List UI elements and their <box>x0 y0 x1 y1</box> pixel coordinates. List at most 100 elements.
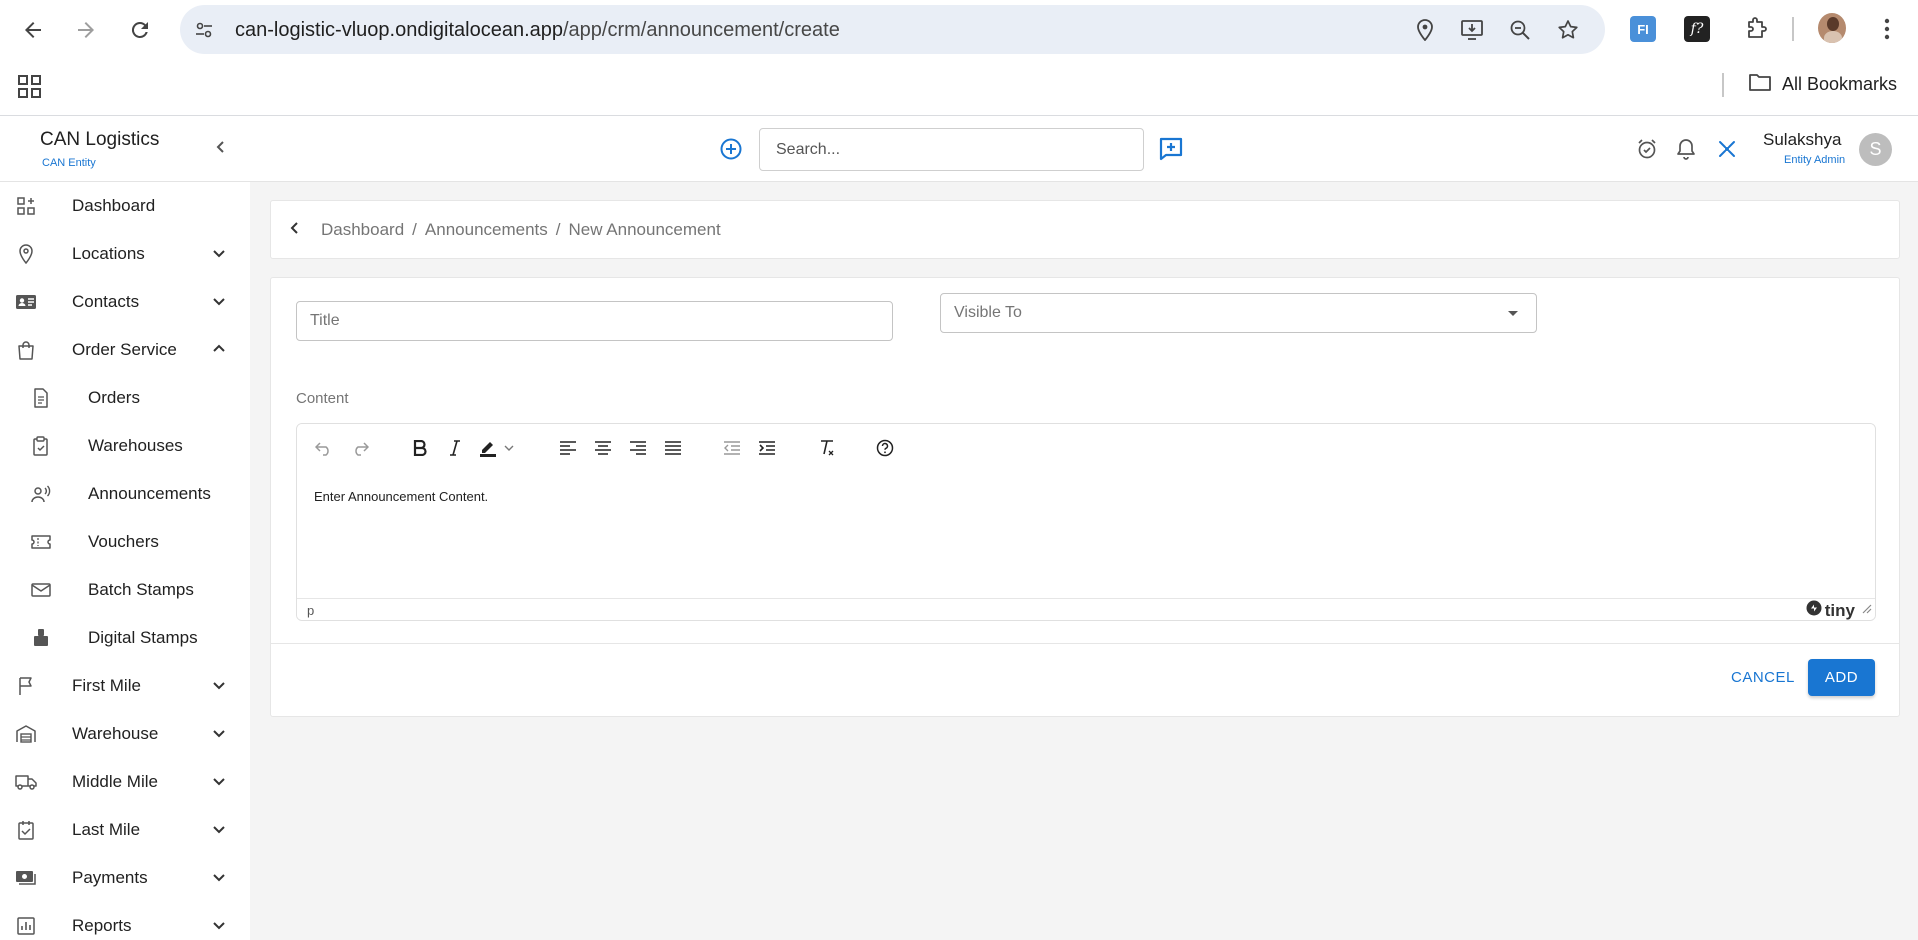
bookmark-star-icon[interactable] <box>1556 18 1580 42</box>
search-field[interactable] <box>759 128 1144 171</box>
sidebar-item-locations[interactable]: Locations <box>0 230 250 278</box>
sidebar-item-first-mile[interactable]: First Mile <box>0 662 250 710</box>
sidebar-item-digital-stamps[interactable]: Digital Stamps <box>0 614 250 662</box>
extensions-puzzle-icon[interactable] <box>1742 15 1770 43</box>
tiny-branding[interactable]: tiny <box>1806 600 1855 620</box>
outdent-icon[interactable] <box>719 436 745 460</box>
reload-icon[interactable] <box>124 14 156 46</box>
italic-icon[interactable] <box>442 436 468 460</box>
redo-icon[interactable] <box>347 436 373 460</box>
alarm-clock-icon[interactable] <box>1636 138 1658 165</box>
sidebar-item-middle-mile[interactable]: Middle Mile <box>0 758 250 806</box>
apps-grid-icon[interactable] <box>17 74 42 104</box>
brand-subtitle: CAN Entity <box>42 157 96 169</box>
visible-to-placeholder: Visible To <box>954 304 1022 321</box>
breadcrumb-dashboard[interactable]: Dashboard <box>321 220 404 239</box>
sidebar-label-warehouse: Warehouse <box>72 724 159 743</box>
address-bar[interactable]: can-logistic-vluop.ondigitalocean.app/ap… <box>180 5 1605 54</box>
highlight-color-icon[interactable] <box>477 436 517 460</box>
editor-toolbar <box>297 424 1875 472</box>
help-icon[interactable] <box>872 436 898 460</box>
sidebar-item-warehouse[interactable]: Warehouse <box>0 710 250 758</box>
chevron-down-icon <box>212 918 226 937</box>
bookmarks-bar: All Bookmarks <box>0 58 1918 116</box>
sidebar-item-orders[interactable]: Orders <box>0 374 250 422</box>
document-icon <box>30 387 52 409</box>
clear-formatting-icon[interactable] <box>814 436 840 460</box>
browser-toolbar: can-logistic-vluop.ondigitalocean.app/ap… <box>0 0 1918 58</box>
payments-icon <box>15 867 37 889</box>
chevron-down-icon <box>212 678 226 697</box>
sidebar-label-first-mile: First Mile <box>72 676 141 695</box>
align-justify-icon[interactable] <box>660 436 686 460</box>
site-settings-icon[interactable] <box>192 18 216 42</box>
sidebar-item-reports[interactable]: Reports <box>0 902 250 940</box>
tiny-brand-label: tiny <box>1824 600 1855 620</box>
app-switcher-icon[interactable] <box>1716 138 1738 165</box>
bold-icon[interactable] <box>407 436 433 460</box>
chevron-down-icon <box>212 822 226 841</box>
zoom-out-icon[interactable] <box>1508 18 1532 42</box>
sidebar-item-vouchers[interactable]: Vouchers <box>0 518 250 566</box>
align-left-icon[interactable] <box>555 436 581 460</box>
extension-fonts-icon[interactable]: f? <box>1683 15 1711 43</box>
user-avatar[interactable]: S <box>1859 133 1892 166</box>
editor-element-path[interactable]: p <box>307 603 314 618</box>
sidebar-label-contacts: Contacts <box>72 292 140 311</box>
sidebar-label-reports: Reports <box>72 916 132 935</box>
sidebar-item-last-mile[interactable]: Last Mile <box>0 806 250 854</box>
resize-handle-icon[interactable] <box>1862 601 1872 619</box>
browser-menu-icon[interactable] <box>1873 15 1901 43</box>
breadcrumb-separator: / <box>555 220 561 239</box>
sidebar-label-dashboard: Dashboard <box>72 196 156 215</box>
forward-icon[interactable] <box>70 14 102 46</box>
add-button[interactable]: ADD <box>1808 659 1875 696</box>
title-field[interactable] <box>296 301 893 341</box>
contact-card-icon <box>15 291 37 313</box>
shopping-bag-icon <box>15 339 37 361</box>
align-right-icon[interactable] <box>625 436 651 460</box>
location-icon[interactable] <box>1413 18 1437 42</box>
align-center-icon[interactable] <box>590 436 616 460</box>
undo-icon[interactable] <box>311 436 337 460</box>
sidebar-item-contacts[interactable]: Contacts <box>0 278 250 326</box>
sidebar-item-batch-stamps[interactable]: Batch Stamps <box>0 566 250 614</box>
dashboard-icon <box>15 195 37 217</box>
all-bookmarks-button[interactable]: All Bookmarks <box>1748 72 1897 97</box>
sidebar: Dashboard Locations Contacts Order Servi… <box>0 182 250 940</box>
toolbar-divider <box>1792 17 1794 41</box>
indent-icon[interactable] <box>754 436 780 460</box>
editor-content-area[interactable]: Enter Announcement Content. <box>297 472 1875 598</box>
breadcrumb-card: Dashboard / Announcements / New Announcement <box>270 200 1900 259</box>
sidebar-label-digital-stamps: Digital Stamps <box>88 628 198 647</box>
user-name: Sulakshya <box>1763 130 1842 149</box>
sidebar-item-warehouses[interactable]: Warehouses <box>0 422 250 470</box>
title-input[interactable] <box>297 302 892 340</box>
dropdown-arrow-icon <box>1508 311 1518 316</box>
sidebar-item-order-service[interactable]: Order Service <box>0 326 250 374</box>
announcement-form: Visible To Content Enter Announc <box>270 277 1900 717</box>
profile-avatar-icon[interactable] <box>1818 13 1846 43</box>
add-circle-icon[interactable] <box>719 137 743 166</box>
collapse-sidebar-icon[interactable] <box>212 138 230 161</box>
back-chevron-icon[interactable] <box>287 220 303 241</box>
search-input[interactable] <box>760 129 1143 170</box>
sidebar-label-middle-mile: Middle Mile <box>72 772 158 791</box>
sidebar-item-payments[interactable]: Payments <box>0 854 250 902</box>
breadcrumb: Dashboard / Announcements / New Announcement <box>321 220 721 240</box>
install-app-icon[interactable] <box>1460 18 1484 42</box>
add-note-icon[interactable] <box>1158 136 1184 167</box>
back-icon[interactable] <box>17 14 49 46</box>
chevron-down-icon <box>212 294 226 313</box>
notifications-bell-icon[interactable] <box>1676 138 1696 165</box>
sidebar-item-dashboard[interactable]: Dashboard <box>0 182 250 230</box>
visible-to-select[interactable]: Visible To <box>940 293 1537 333</box>
chevron-up-icon <box>212 342 226 361</box>
extension-fi-icon[interactable]: FI <box>1629 15 1657 43</box>
all-bookmarks-label: All Bookmarks <box>1782 74 1898 94</box>
breadcrumb-announcements[interactable]: Announcements <box>425 220 548 239</box>
sidebar-item-announcements[interactable]: Announcements <box>0 470 250 518</box>
cancel-button[interactable]: CANCEL <box>1723 663 1803 692</box>
chevron-down-icon <box>212 870 226 889</box>
content-label: Content <box>296 390 349 407</box>
